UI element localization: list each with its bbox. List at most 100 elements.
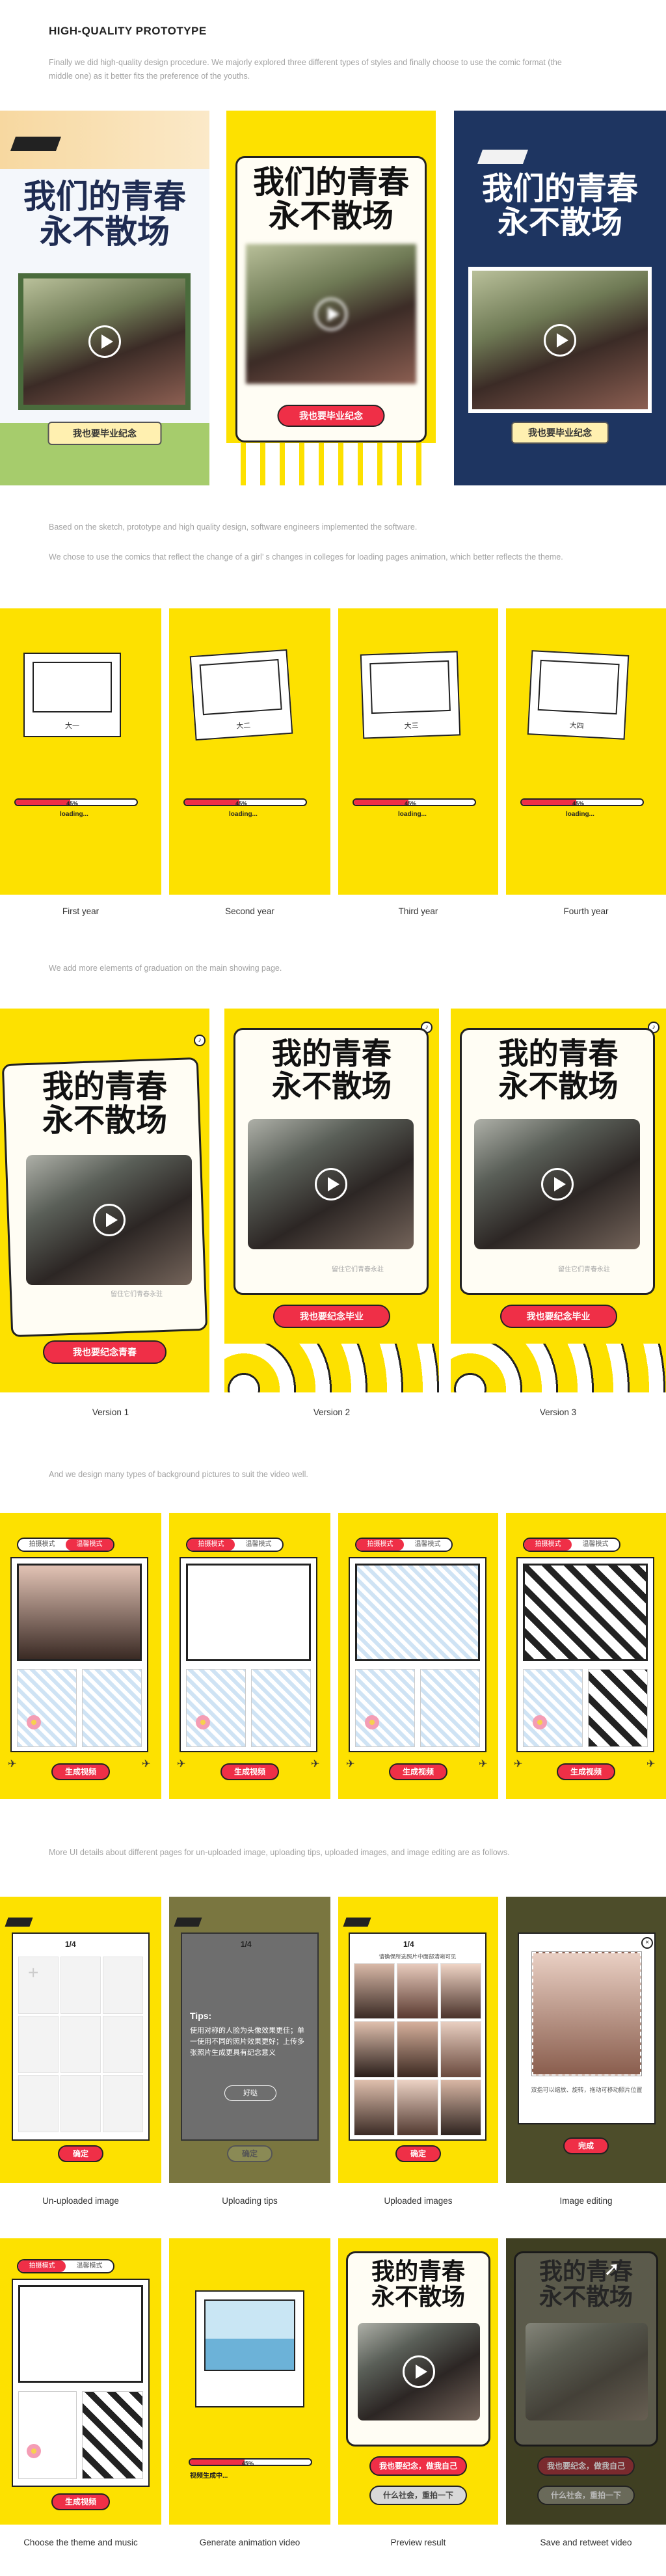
uploaded-photo[interactable] — [354, 2079, 395, 2135]
mode-tab-active[interactable]: 拍摄模式 — [18, 2260, 66, 2272]
mode-tab[interactable]: 拍摄模式 — [18, 1539, 66, 1551]
mode-tab[interactable]: 拍摄模式 — [524, 1539, 572, 1551]
mode-toggle[interactable]: 拍摄模式 温馨模式 — [17, 1538, 114, 1552]
photo-slot[interactable] — [18, 2016, 59, 2073]
mode-toggle[interactable]: 拍摄模式 温馨模式 — [17, 2259, 114, 2273]
reshoot-button-dimmed[interactable]: 什么社会，重拍一下 — [537, 2486, 635, 2505]
mode-toggle[interactable]: 拍摄模式 温馨模式 — [523, 1538, 620, 1552]
mode-toggle[interactable]: 拍摄模式 温馨模式 — [186, 1538, 284, 1552]
tips-title: Tips: — [190, 2011, 212, 2021]
crop-area[interactable] — [531, 1951, 642, 2076]
memorial-button[interactable]: 我也要纪念毕业 — [273, 1305, 390, 1328]
uploaded-photo[interactable] — [440, 1963, 481, 2020]
mode-tab[interactable]: 温馨模式 — [404, 1539, 451, 1551]
mode-toggle[interactable]: 拍摄模式 温馨模式 — [355, 1538, 453, 1552]
uploaded-photo[interactable] — [440, 2079, 481, 2135]
uploaded-photo[interactable] — [397, 1963, 438, 2020]
reshoot-button[interactable]: 什么社会，重拍一下 — [369, 2486, 467, 2505]
photo-slot[interactable] — [103, 2016, 143, 2073]
uploaded-photo[interactable] — [440, 2021, 481, 2078]
video-thumbnail[interactable] — [18, 273, 191, 410]
mode-tab[interactable]: 温馨模式 — [235, 1539, 282, 1551]
graduation-cap-icon — [10, 137, 62, 151]
play-icon[interactable] — [92, 1204, 126, 1236]
generate-button[interactable]: 生成视频 — [557, 1763, 615, 1780]
template-slot[interactable] — [18, 2391, 77, 2479]
template-slot[interactable] — [588, 1669, 648, 1747]
template-slot[interactable] — [82, 2391, 143, 2479]
template-slot[interactable] — [18, 2285, 143, 2383]
template-slot[interactable] — [251, 1669, 311, 1747]
video-thumbnail[interactable] — [468, 267, 652, 413]
mode-tab[interactable]: 温馨模式 — [66, 1539, 113, 1551]
got-it-button[interactable]: 好哒 — [224, 2085, 276, 2101]
template-slot[interactable] — [186, 1669, 246, 1747]
confirm-button[interactable]: 确定 — [395, 2145, 441, 2162]
mode-tab[interactable]: 温馨模式 — [572, 1539, 619, 1551]
graduation-cap-icon — [343, 1918, 371, 1927]
play-icon[interactable] — [403, 2355, 435, 2388]
photo-grid[interactable] — [354, 1963, 481, 2135]
confirm-button[interactable]: 确定 — [58, 2145, 103, 2162]
make-my-own-button[interactable]: 我也要纪念，做我自己 — [369, 2456, 467, 2476]
photo-slot[interactable] — [18, 2075, 59, 2132]
music-icon[interactable]: ♪ — [194, 1035, 206, 1046]
generate-button[interactable]: 生成视频 — [389, 1763, 447, 1780]
cover-design-b: 我们的青春 永不散场 我也要毕业纪念 — [226, 111, 436, 485]
memorial-button[interactable]: 我也要毕业纪念 — [47, 422, 162, 445]
video-thumbnail[interactable] — [26, 1155, 192, 1285]
template-slot[interactable] — [523, 1669, 583, 1747]
photo-slot[interactable] — [103, 2075, 143, 2132]
preview-title: 我的青春 永不散场 — [371, 2258, 465, 2311]
uploaded-photo[interactable] — [397, 2021, 438, 2078]
play-icon[interactable] — [88, 325, 121, 358]
uploaded-photo[interactable] — [397, 2079, 438, 2135]
uploaded-photo[interactable] — [354, 1963, 395, 2020]
generate-button[interactable]: 生成视频 — [51, 2493, 110, 2510]
play-icon[interactable] — [315, 297, 347, 331]
final-caption: Preview result — [390, 2538, 446, 2547]
uploaded-photo[interactable] — [354, 2021, 395, 2078]
close-icon[interactable]: × — [641, 1937, 653, 1949]
confirm-button-dimmed[interactable]: 确定 — [227, 2145, 273, 2162]
template-slot[interactable] — [355, 1564, 480, 1661]
video-thumbnail[interactable] — [248, 1119, 414, 1249]
photo-slot[interactable] — [60, 1957, 101, 2014]
template-slot[interactable] — [82, 1669, 142, 1747]
play-icon[interactable] — [314, 1168, 347, 1200]
photo-slot[interactable] — [60, 2075, 101, 2132]
memorial-button[interactable]: 我也要毕业纪念 — [511, 422, 609, 444]
photo-slot-grid[interactable]: + — [18, 1957, 143, 2132]
play-icon[interactable] — [544, 323, 576, 357]
template-slot[interactable] — [523, 1564, 648, 1661]
progress-percent: 45% — [66, 800, 79, 807]
memorial-button[interactable]: 我也要纪念毕业 — [500, 1305, 617, 1328]
template-slot[interactable] — [355, 1669, 415, 1747]
template-slot[interactable] — [17, 1669, 77, 1747]
play-icon[interactable] — [540, 1168, 574, 1200]
memorial-button[interactable]: 我也要毕业纪念 — [277, 405, 385, 427]
share-arrow-icon[interactable]: ➚ — [604, 2258, 620, 2281]
template-slot[interactable] — [420, 1669, 480, 1747]
mode-tab[interactable]: 拍摄模式 — [187, 1539, 235, 1551]
video-thumbnail[interactable] — [474, 1119, 640, 1249]
finish-button[interactable]: 完成 — [563, 2137, 609, 2154]
make-my-own-button-dimmed[interactable]: 我也要纪念，做我自己 — [537, 2456, 635, 2476]
loading-pages-row: 大一 45% loading... First year 大二 45% loadi… — [0, 608, 666, 916]
generate-button[interactable]: 生成视频 — [51, 1763, 110, 1780]
mode-tab[interactable]: 拍摄模式 — [356, 1539, 404, 1551]
mode-tab[interactable]: 温馨模式 — [66, 2260, 113, 2272]
generate-button[interactable]: 生成视频 — [220, 1763, 279, 1780]
version-caption: Version 1 — [92, 1407, 129, 1417]
add-photo-icon[interactable]: + — [28, 1962, 38, 1983]
video-thumbnail[interactable] — [246, 244, 416, 384]
photo-slot[interactable] — [60, 2016, 101, 2073]
memorial-button[interactable]: 我也要纪念青春 — [43, 1340, 166, 1364]
template-slot[interactable] — [186, 1564, 311, 1661]
paper-plane-icon: ✈ — [646, 1759, 656, 1770]
photo-slot[interactable] — [103, 1957, 143, 2014]
video-thumbnail[interactable] — [358, 2323, 480, 2420]
template-slot[interactable] — [17, 1564, 142, 1661]
save-retweet-screen: 我的青春 永不散场 ➚ 我也要纪念，做我自己 什么社会，重拍一下 — [506, 2238, 666, 2525]
photo-slot[interactable]: + — [18, 1957, 59, 2014]
